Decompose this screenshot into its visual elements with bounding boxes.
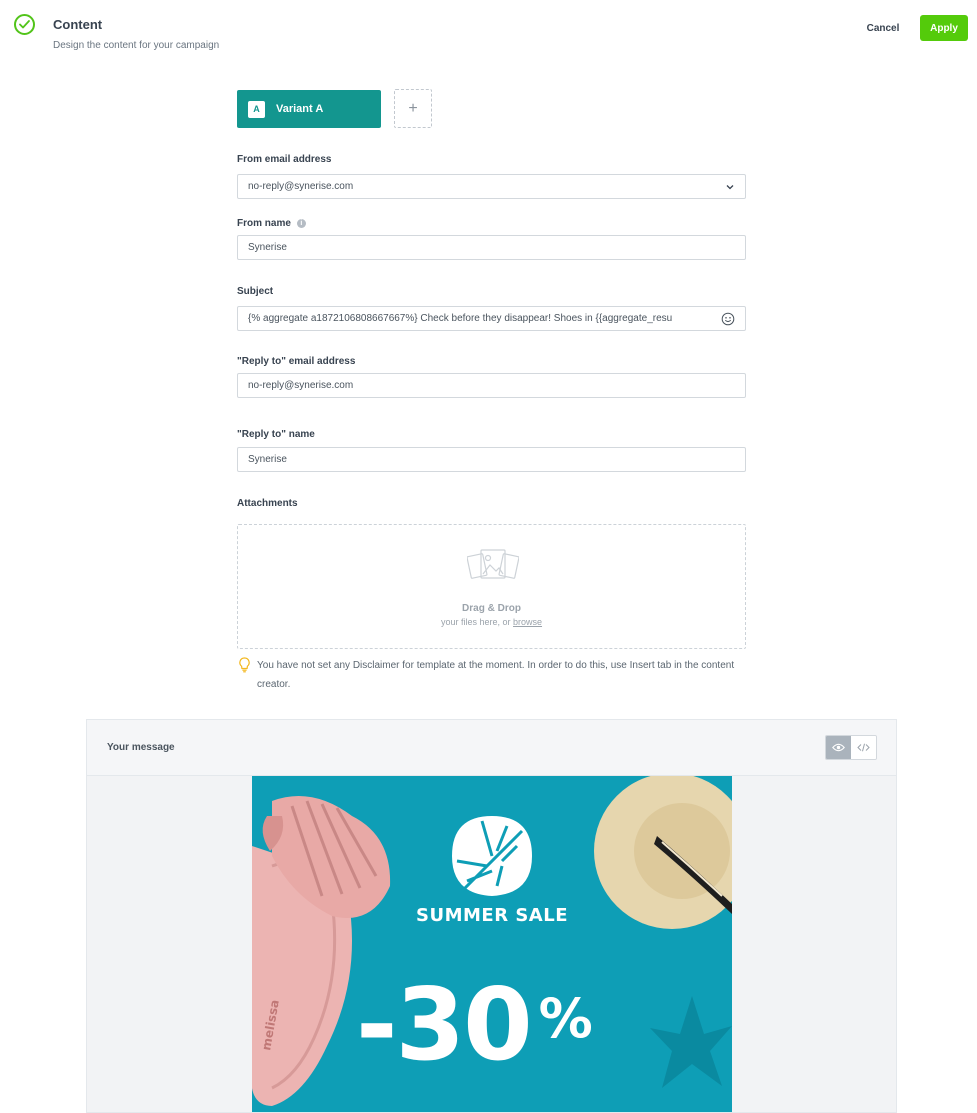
apply-button[interactable]: Apply bbox=[920, 15, 968, 41]
reply-to-email-input[interactable]: no-reply@synerise.com bbox=[237, 373, 746, 398]
banner-headline: SUMMER SALE bbox=[416, 905, 568, 926]
reply-to-name-value: Synerise bbox=[248, 454, 287, 465]
message-preview-panel: Your message melissa SUMMER SALE -30 % bbox=[86, 719, 897, 1113]
lightbulb-icon bbox=[239, 657, 250, 673]
preview-view-button[interactable] bbox=[826, 736, 851, 759]
view-mode-toggle bbox=[825, 735, 877, 760]
drag-drop-title: Drag & Drop bbox=[462, 603, 521, 614]
plus-icon: + bbox=[408, 99, 418, 117]
disclaimer-notice: You have not set any Disclaimer for temp… bbox=[238, 656, 748, 694]
variant-a-tab[interactable]: A Variant A bbox=[237, 90, 381, 128]
code-icon bbox=[857, 743, 870, 752]
drag-drop-hint: your files here, or bbox=[440, 617, 511, 627]
drag-drop-subtitle: your files here, or browse bbox=[238, 617, 745, 627]
disclaimer-notice-text: You have not set any Disclaimer for temp… bbox=[257, 660, 735, 690]
emoji-picker-icon[interactable] bbox=[721, 312, 735, 326]
from-name-input[interactable]: Synerise bbox=[237, 235, 746, 260]
cancel-button[interactable]: Cancel bbox=[857, 16, 909, 40]
starfish-illustration bbox=[650, 996, 732, 1088]
page-subtitle: Design the content for your campaign bbox=[53, 40, 220, 51]
from-email-value: no-reply@synerise.com bbox=[248, 181, 354, 192]
page-title: Content bbox=[53, 17, 103, 32]
chevron-down-icon bbox=[726, 184, 734, 189]
from-email-label: From email address bbox=[237, 154, 332, 165]
from-name-label: From name bbox=[237, 218, 291, 229]
success-check-icon bbox=[14, 14, 35, 35]
subject-input[interactable]: {% aggregate a1872106808667667%} Check b… bbox=[237, 306, 746, 331]
from-email-select[interactable]: no-reply@synerise.com bbox=[237, 174, 746, 199]
files-upload-icon bbox=[467, 549, 519, 579]
add-variant-button[interactable]: + bbox=[394, 89, 432, 128]
attachments-label: Attachments bbox=[237, 498, 298, 509]
from-name-value: Synerise bbox=[248, 242, 287, 253]
reply-to-name-input[interactable]: Synerise bbox=[237, 447, 746, 472]
reply-to-name-label: "Reply to" name bbox=[237, 429, 315, 440]
email-banner-image: melissa SUMMER SALE -30% bbox=[252, 776, 732, 1112]
info-icon[interactable]: i bbox=[296, 219, 306, 228]
message-panel-header: Your message bbox=[87, 720, 896, 776]
browse-link[interactable]: browse bbox=[513, 617, 542, 627]
subject-value: {% aggregate a1872106808667667%} Check b… bbox=[248, 313, 673, 324]
variant-label: Variant A bbox=[276, 103, 324, 115]
message-panel-title: Your message bbox=[107, 742, 175, 753]
reply-to-email-label: "Reply to" email address bbox=[237, 356, 356, 367]
banner-percent-sign: % bbox=[538, 987, 593, 1050]
code-view-button[interactable] bbox=[851, 736, 876, 759]
banner-discount: -30% bbox=[356, 959, 593, 1085]
subject-label: Subject bbox=[237, 286, 274, 297]
eye-icon bbox=[832, 743, 845, 752]
from-name-label-row: From name i bbox=[237, 218, 306, 229]
palm-leaf-icon bbox=[452, 816, 532, 896]
variant-badge: A bbox=[248, 100, 265, 118]
banner-discount-value: -30 bbox=[356, 966, 533, 1083]
reply-to-email-value: no-reply@synerise.com bbox=[248, 380, 354, 391]
attachments-dropzone[interactable]: Drag & Drop your files here, or browse bbox=[237, 524, 746, 649]
